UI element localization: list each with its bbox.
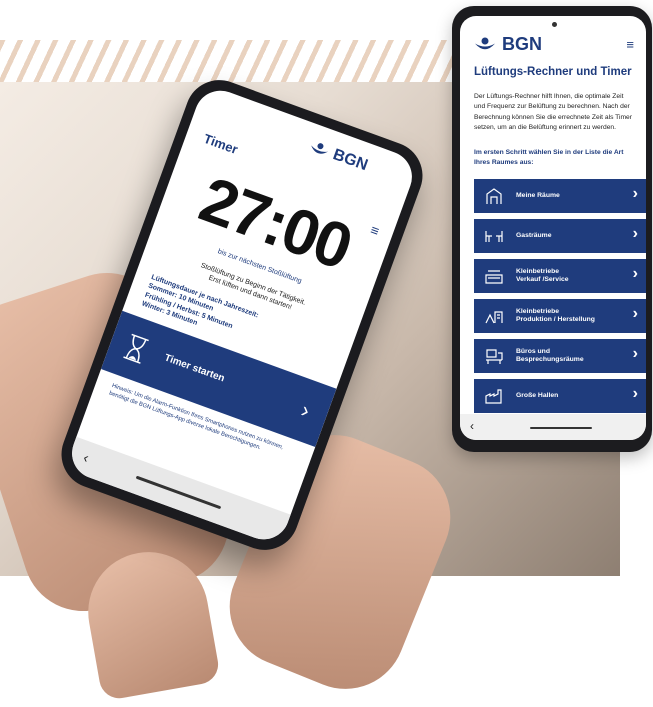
arrow-right-icon: › bbox=[297, 397, 314, 424]
room-item-gastraeume[interactable]: Gasträume › bbox=[474, 219, 646, 253]
chevron-left-icon[interactable]: ‹ bbox=[81, 449, 91, 466]
room-item-produktion[interactable]: Kleinbetriebe Produktion / Herstellung › bbox=[474, 299, 646, 333]
home-indicator[interactable] bbox=[530, 427, 592, 429]
logo-text: BGN bbox=[502, 34, 542, 54]
hourglass-icon bbox=[123, 333, 149, 364]
chevron-left-icon[interactable]: ‹ bbox=[470, 419, 474, 433]
room-item-label: Kleinbetriebe Produktion / Herstellung bbox=[516, 307, 595, 323]
description: Der Lüftungs-Rechner hilft Ihnen, die op… bbox=[474, 93, 632, 132]
hamburger-icon[interactable]: ≡ bbox=[626, 38, 634, 51]
room-item-label: Kleinbetriebe Verkauf /Service bbox=[516, 267, 569, 283]
phone-calculator: BGN ≡ Lüftungs-Rechner und Timer Der Lüf… bbox=[452, 6, 652, 452]
chevron-right-icon: › bbox=[632, 385, 638, 402]
office-desk-icon bbox=[486, 349, 503, 364]
chevron-right-icon: › bbox=[632, 185, 638, 202]
chevron-right-icon: › bbox=[632, 305, 638, 322]
factory-hall-icon bbox=[485, 389, 502, 404]
room-item-grosse-hallen[interactable]: Große Hallen › bbox=[474, 379, 646, 413]
room-item-label: Meine Räume bbox=[516, 191, 560, 199]
bgn-logo: BGN bbox=[307, 138, 370, 176]
room-item-label: Büros und Besprechungsräume bbox=[516, 347, 584, 363]
saved-rooms-icon bbox=[486, 188, 502, 204]
counter-icon bbox=[485, 270, 503, 284]
decorative-stripes bbox=[0, 40, 480, 82]
chevron-right-icon: › bbox=[632, 225, 638, 242]
chevron-right-icon: › bbox=[632, 265, 638, 282]
dining-tables-icon bbox=[485, 231, 503, 242]
production-icon bbox=[485, 311, 503, 324]
system-nav-bar: ‹ bbox=[460, 414, 646, 440]
room-item-verkauf-service[interactable]: Kleinbetriebe Verkauf /Service › bbox=[474, 259, 646, 293]
app-title: Lüftungs-Rechner und Timer bbox=[474, 66, 632, 78]
bgn-logo-icon bbox=[311, 143, 329, 154]
calculator-screen: BGN ≡ Lüftungs-Rechner und Timer Der Lüf… bbox=[460, 16, 646, 440]
start-timer-label: Timer starten bbox=[162, 352, 227, 385]
room-item-label: Große Hallen bbox=[516, 391, 559, 399]
room-item-bueros[interactable]: Büros und Besprechungsräume › bbox=[474, 339, 646, 373]
screen-title: Timer bbox=[201, 130, 240, 158]
chevron-right-icon: › bbox=[632, 345, 638, 362]
bgn-logo: BGN bbox=[474, 34, 542, 55]
room-type-list: Meine Räume › Gasträume › Kleinbetriebe … bbox=[474, 179, 646, 419]
bgn-logo-icon bbox=[475, 37, 495, 49]
room-item-label: Gasträume bbox=[516, 231, 552, 239]
step-instruction: Im ersten Schritt wählen Sie in der List… bbox=[474, 149, 624, 167]
camera-icon bbox=[552, 22, 557, 27]
logo-text: BGN bbox=[330, 146, 370, 175]
home-indicator[interactable] bbox=[135, 475, 222, 510]
room-item-meine-raeume[interactable]: Meine Räume › bbox=[474, 179, 646, 213]
